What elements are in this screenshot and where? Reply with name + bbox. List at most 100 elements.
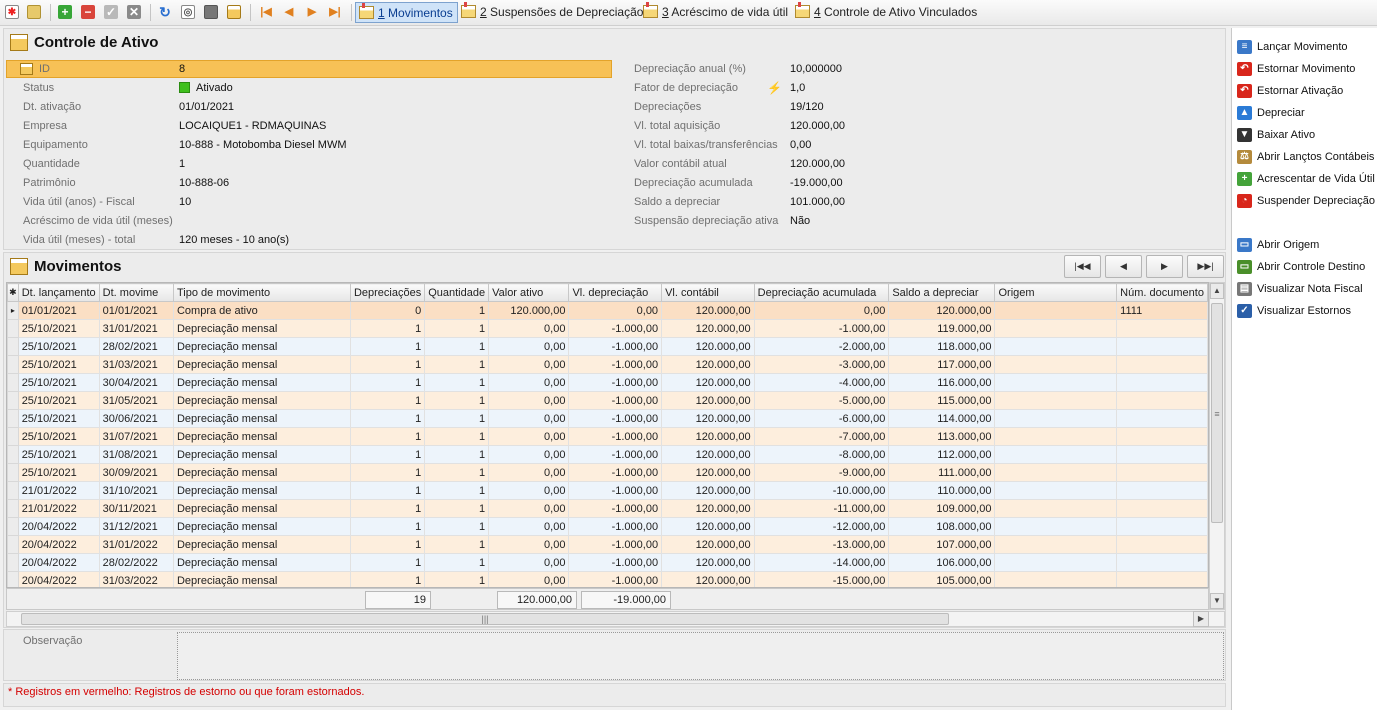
cell-saldo-a-depreciar[interactable]: 110.000,00 [888,481,996,500]
cell-saldo-a-depreciar[interactable]: 116.000,00 [888,373,996,392]
cell-tipo-de-movimento[interactable]: Depreciação mensal [172,409,351,428]
cell-vl-contabil[interactable]: 120.000,00 [661,481,755,500]
cell-saldo-a-depreciar[interactable]: 109.000,00 [888,499,996,518]
cell-dt-movime[interactable]: 01/01/2021 [98,301,174,320]
next-record-button[interactable]: ▶ [302,3,322,22]
observacao-field[interactable] [177,632,1224,680]
cell-quantidade[interactable]: 1 [424,463,490,482]
cell-origem[interactable] [994,391,1118,410]
cell-quantidade[interactable]: 1 [424,499,490,518]
row-indicator[interactable] [7,373,19,392]
action-baixar-ativo[interactable]: ▼ Baixar Ativo [1237,125,1315,145]
cell-quantidade[interactable]: 1 [424,373,490,392]
table-row[interactable]: 25/10/2021 31/01/2021 Depreciação mensal 1 1… [7,319,1208,338]
cell-depreciacao-acumulada[interactable]: -6.000,00 [753,409,890,428]
cell-vl-depreciacao[interactable]: -1.000,00 [568,409,663,428]
cell-depreciacoes[interactable]: 1 [349,373,426,392]
scroll-thumb[interactable]: ≡ [1211,303,1223,523]
cell-depreciacoes[interactable]: 1 [349,391,426,410]
action-lancar-movimento[interactable]: ≡ Lançar Movimento [1237,37,1348,57]
cell-depreciacao-acumulada[interactable]: -5.000,00 [753,391,890,410]
cell-dt-lancamento[interactable]: 25/10/2021 [17,319,100,338]
cell-quantidade[interactable]: 1 [424,481,490,500]
cell-tipo-de-movimento[interactable]: Depreciação mensal [172,445,351,464]
cell-vl-contabil[interactable]: 120.000,00 [661,571,755,587]
table-row[interactable]: 25/10/2021 30/06/2021 Depreciação mensal 1 1… [7,409,1208,428]
cell-depreciacoes[interactable]: 1 [349,571,426,587]
cell-saldo-a-depreciar[interactable]: 108.000,00 [888,517,996,536]
cell-valor-ativo[interactable]: 0,00 [488,499,570,518]
cell-origem[interactable] [994,481,1118,500]
cell-dt-movime[interactable]: 31/10/2021 [98,481,174,500]
cell-num-documento[interactable] [1116,337,1208,356]
cell-vl-depreciacao[interactable]: -1.000,00 [568,391,663,410]
field-value-status[interactable]: Ativado [179,79,233,98]
col-header-quantidade[interactable]: Quantidade [424,283,490,302]
cell-num-documento[interactable] [1116,355,1208,374]
cell-dt-movime[interactable]: 28/02/2021 [98,337,174,356]
field-value-vida-util-anos-fiscal[interactable]: 10 [179,193,191,212]
cell-saldo-a-depreciar[interactable]: 117.000,00 [888,355,996,374]
table-row[interactable]: 25/10/2021 31/07/2021 Depreciação mensal 1 1… [7,427,1208,446]
cell-num-documento[interactable] [1116,409,1208,428]
cell-saldo-a-depreciar[interactable]: 120.000,00 [888,301,996,320]
first-record-button[interactable]: |◀ [256,3,276,22]
cell-origem[interactable] [994,409,1118,428]
field-value-dt-ativacao[interactable]: 01/01/2021 [179,98,234,117]
cell-quantidade[interactable]: 1 [424,535,490,554]
cell-dt-movime[interactable]: 31/07/2021 [98,427,174,446]
cell-dt-movime[interactable]: 31/01/2022 [98,535,174,554]
cell-depreciacoes[interactable]: 1 [349,319,426,338]
cell-depreciacao-acumulada[interactable]: -7.000,00 [753,427,890,446]
cell-depreciacoes[interactable]: 1 [349,427,426,446]
cancel-button[interactable]: ✕ [124,3,144,22]
field-value-vl-total-baixas-transferencias[interactable]: 0,00 [790,136,811,155]
cell-tipo-de-movimento[interactable]: Depreciação mensal [172,517,351,536]
cell-dt-movime[interactable]: 31/01/2021 [98,319,174,338]
row-indicator[interactable] [7,445,19,464]
cell-origem[interactable] [994,373,1118,392]
cell-tipo-de-movimento[interactable]: Depreciação mensal [172,319,351,338]
field-value-empresa[interactable]: LOCAIQUE1 - RDMAQUINAS [179,117,326,136]
cell-quantidade[interactable]: 1 [424,445,490,464]
row-indicator[interactable] [7,463,19,482]
cell-valor-ativo[interactable]: 0,00 [488,391,570,410]
cell-dt-lancamento[interactable]: 20/04/2022 [17,517,100,536]
cell-origem[interactable] [994,301,1118,320]
cell-vl-depreciacao[interactable]: -1.000,00 [568,535,663,554]
row-indicator[interactable]: ▸ [7,301,19,320]
cell-vl-contabil[interactable]: 120.000,00 [661,373,755,392]
cell-saldo-a-depreciar[interactable]: 111.000,00 [888,463,996,482]
cell-num-documento[interactable] [1116,427,1208,446]
cell-vl-depreciacao[interactable]: -1.000,00 [568,373,663,392]
action-depreciar[interactable]: ▲ Depreciar [1237,103,1305,123]
cell-valor-ativo[interactable]: 0,00 [488,409,570,428]
row-indicator[interactable] [7,481,19,500]
row-indicator[interactable] [7,391,19,410]
cell-vl-contabil[interactable]: 120.000,00 [661,409,755,428]
prev-record-button[interactable]: ◀ [279,3,299,22]
scroll-down-button[interactable]: ▼ [1210,593,1224,609]
cell-quantidade[interactable]: 1 [424,391,490,410]
cell-vl-depreciacao[interactable]: 0,00 [568,301,663,320]
field-value-vida-util-meses-total[interactable]: 120 meses - 10 ano(s) [179,231,289,250]
field-value-quantidade[interactable]: 1 [179,155,185,174]
cell-num-documento[interactable] [1116,499,1208,518]
cell-dt-lancamento[interactable]: 01/01/2021 [17,301,100,320]
cell-origem[interactable] [994,337,1118,356]
cell-dt-lancamento[interactable]: 25/10/2021 [17,373,100,392]
grid-last-button[interactable]: ▶▶| [1187,255,1224,278]
cell-origem[interactable] [994,463,1118,482]
cell-tipo-de-movimento[interactable]: Depreciação mensal [172,355,351,374]
cell-num-documento[interactable] [1116,571,1208,587]
cell-saldo-a-depreciar[interactable]: 119.000,00 [888,319,996,338]
cell-depreciacao-acumulada[interactable]: -2.000,00 [753,337,890,356]
cell-origem[interactable] [994,355,1118,374]
cell-depreciacoes[interactable]: 1 [349,553,426,572]
col-header-valor-ativo[interactable]: Valor ativo [488,283,570,302]
cell-vl-contabil[interactable]: 120.000,00 [661,391,755,410]
cell-dt-lancamento[interactable]: 20/04/2022 [17,571,100,587]
cell-dt-movime[interactable]: 31/08/2021 [98,445,174,464]
cell-tipo-de-movimento[interactable]: Depreciação mensal [172,553,351,572]
cell-valor-ativo[interactable]: 0,00 [488,319,570,338]
